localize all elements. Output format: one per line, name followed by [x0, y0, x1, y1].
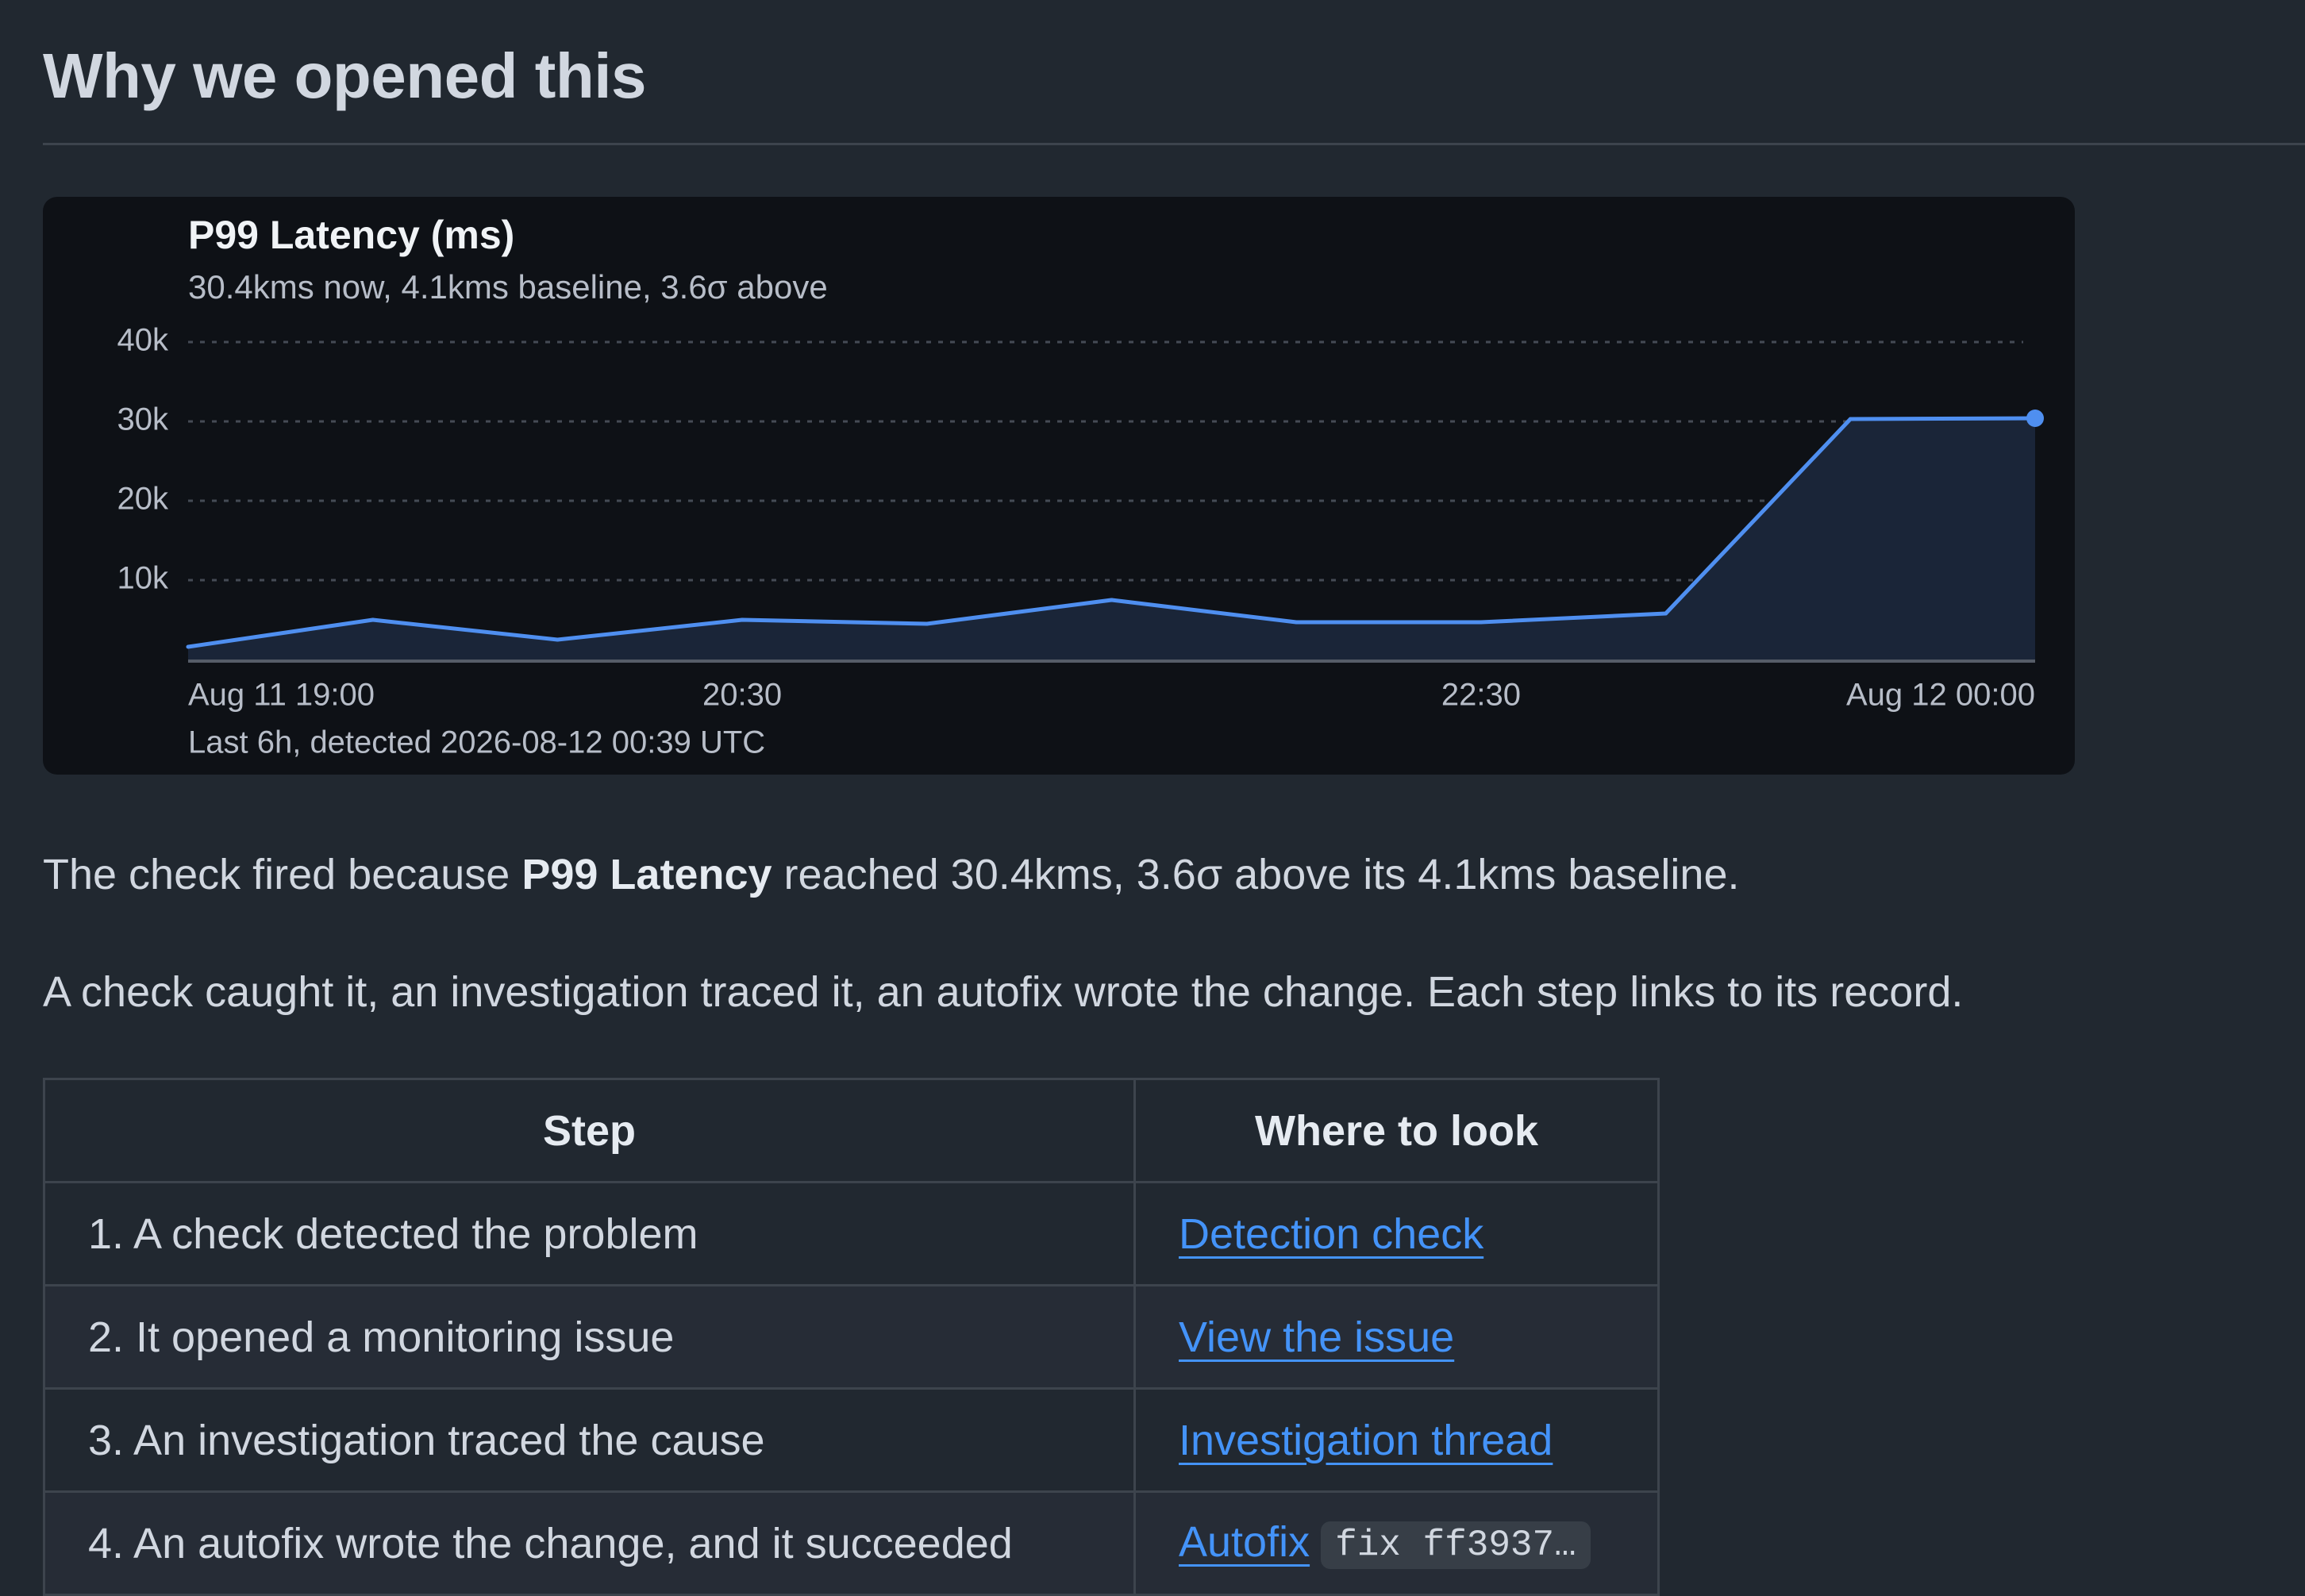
steps-table: Step Where to look 1. A check detected t… [43, 1078, 1660, 1596]
investigation-thread-link[interactable]: Investigation thread [1179, 1417, 1553, 1464]
y-tick-label: 40k [117, 323, 169, 358]
data-point [1848, 417, 1853, 421]
data-point [1110, 598, 1114, 602]
table-row: 1. A check detected the problem Detectio… [43, 1181, 1660, 1286]
y-tick-label: 30k [117, 402, 169, 437]
data-point [925, 621, 929, 626]
paragraph-text: The check fired because [43, 851, 522, 898]
y-tick-label: 10k [117, 561, 169, 596]
latest-value-marker [2026, 410, 2044, 427]
step-cell: 1. A check detected the problem [43, 1181, 1136, 1286]
latency-chart: P99 Latency (ms) 30.4kms now, 4.1kms bas… [117, 213, 2044, 760]
paragraph-text: reached 30.4kms, 3.6σ above its 4.1kms b… [772, 851, 1740, 898]
section-title: Why we opened this [43, 40, 646, 111]
table-row: 3. An investigation traced the cause Inv… [43, 1387, 1660, 1493]
table-row: 2. It opened a monitoring issue View the… [43, 1284, 1660, 1390]
section-divider [43, 143, 2305, 145]
step-cell: 3. An investigation traced the cause [43, 1387, 1136, 1493]
data-point [740, 617, 745, 622]
latency-chart-card: P99 Latency (ms) 30.4kms now, 4.1kms bas… [43, 197, 2075, 775]
where-cell: Detection check [1133, 1181, 1660, 1286]
chart-footer: Last 6h, detected 2026-08-12 00:39 UTC [188, 725, 765, 760]
x-tick-label: Aug 12 00:00 [1846, 678, 2035, 713]
where-cell: View the issue [1133, 1284, 1660, 1390]
data-point [1294, 620, 1299, 625]
pipeline-paragraph: A check caught it, an investigation trac… [43, 968, 1964, 1016]
step-cell: 4. An autofix wrote the change, and it s… [43, 1490, 1136, 1596]
where-cell: Investigation thread [1133, 1387, 1660, 1493]
where-cell: Autofix fix ff3937… [1133, 1490, 1660, 1596]
metric-name: P99 Latency [521, 851, 772, 898]
x-tick-label: 22:30 [1441, 678, 1521, 713]
step-cell: 2. It opened a monitoring issue [43, 1284, 1136, 1390]
data-point [186, 644, 190, 649]
autofix-link[interactable]: Autofix [1179, 1518, 1310, 1566]
header-where-to-look: Where to look [1133, 1078, 1660, 1183]
chart-title: P99 Latency (ms) [188, 213, 514, 257]
detection-check-link[interactable]: Detection check [1179, 1210, 1483, 1258]
y-tick-label: 20k [117, 482, 169, 517]
header-step: Step [43, 1078, 1136, 1183]
data-point [1479, 620, 1483, 625]
x-tick-label: 20:30 [702, 678, 782, 713]
autofix-commit-code: fix ff3937… [1321, 1521, 1591, 1569]
check-fired-paragraph: The check fired because P99 Latency reac… [43, 849, 1740, 901]
data-point [555, 637, 560, 642]
data-point [1664, 611, 1668, 616]
table-row: 4. An autofix wrote the change, and it s… [43, 1490, 1660, 1596]
chart-subtitle: 30.4kms now, 4.1kms baseline, 3.6σ above [188, 268, 828, 306]
table-header-row: Step Where to look [43, 1078, 1660, 1183]
view-issue-link[interactable]: View the issue [1179, 1313, 1454, 1361]
x-tick-label: Aug 11 19:00 [188, 678, 375, 713]
data-point [371, 617, 375, 622]
series-area [188, 418, 2035, 660]
